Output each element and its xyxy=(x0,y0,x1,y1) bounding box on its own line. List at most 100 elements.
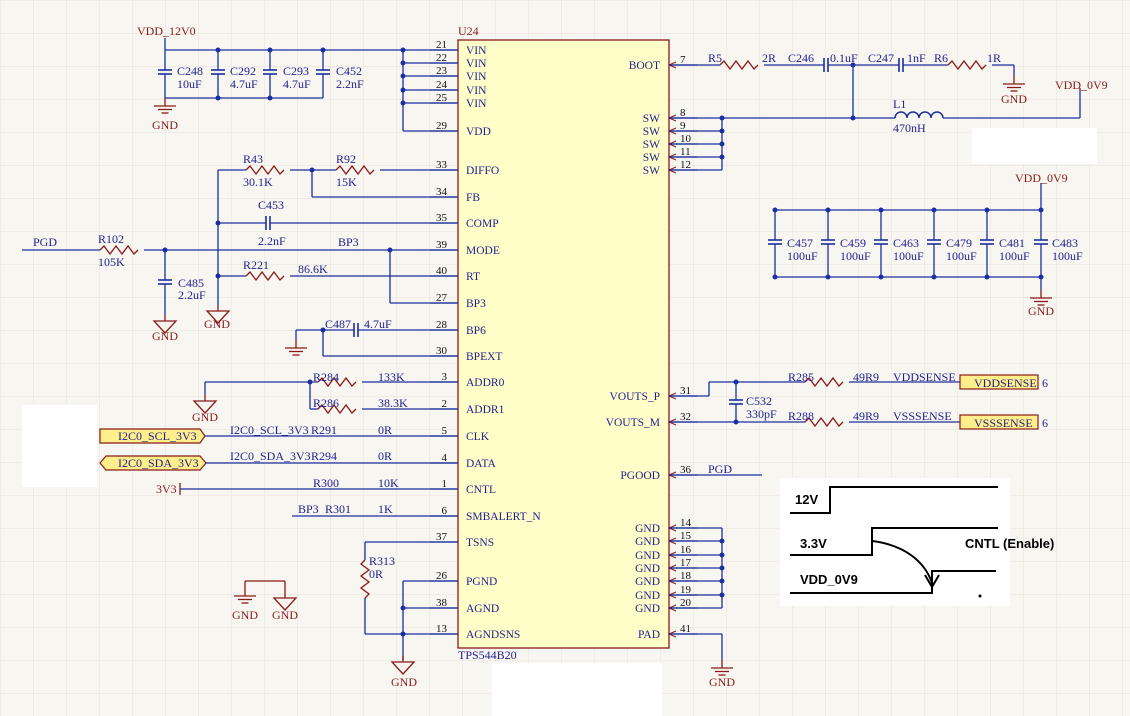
net-pgd-in: PGD xyxy=(33,235,57,249)
pin-number: 41 xyxy=(680,623,691,635)
c532-ref: C532 xyxy=(746,394,772,408)
c479-ref: C479 xyxy=(946,236,972,250)
pin-number: 26 xyxy=(436,570,448,582)
port-scl[interactable]: I2C0_SCL_3V3 xyxy=(118,429,197,443)
pin-name: COMP xyxy=(466,218,499,230)
port-vsssense[interactable]: VSSSENSE xyxy=(974,416,1033,430)
pin-name: SW xyxy=(643,139,660,151)
pin-number: 24 xyxy=(436,79,448,91)
pin-name: VIN xyxy=(466,45,487,57)
gnd-label: GND xyxy=(232,608,258,622)
r294-ref: R294 xyxy=(311,449,337,463)
c452-val: 2.2nF xyxy=(336,77,364,91)
c532-val: 330pF xyxy=(746,407,777,421)
pin-number: 4 xyxy=(442,452,448,464)
pin-number: 33 xyxy=(436,159,448,171)
gnd-label: GND xyxy=(391,675,417,689)
pin-number: 15 xyxy=(680,530,692,542)
pin-name: GND xyxy=(635,523,660,535)
c246-val: 0.1uF xyxy=(830,51,858,65)
pin-number: 11 xyxy=(680,146,691,158)
pin-name: VDD xyxy=(466,126,491,138)
pin-name: GND xyxy=(635,536,660,548)
c293-val: 4.7uF xyxy=(283,77,311,91)
pin-number: 22 xyxy=(436,52,447,64)
r284-val: 133K xyxy=(378,370,405,384)
pin-name: GND xyxy=(635,603,660,615)
pin-name: BOOT xyxy=(629,60,660,72)
r286-val: 38.3K xyxy=(378,396,408,410)
pin-name: DIFFO xyxy=(466,165,499,177)
pin-number: 8 xyxy=(680,107,686,119)
pin-number: 40 xyxy=(436,265,448,277)
c483-ref: C483 xyxy=(1052,236,1078,250)
r102-val: 105K xyxy=(98,255,125,269)
schematic-canvas: U24 TPS544B20 21 VIN22 VIN23 VIN24 VIN25 VIN2… xyxy=(0,0,1130,716)
pin-name: SW xyxy=(643,152,660,164)
pin-number: 21 xyxy=(436,39,447,51)
gnd-label: GND xyxy=(1028,304,1054,318)
c481-val: 100uF xyxy=(999,249,1030,263)
blank-patch xyxy=(972,128,1097,164)
c479-val: 100uF xyxy=(946,249,977,263)
net-scl: I2C0_SCL_3V3 xyxy=(230,423,309,437)
pin-number: 29 xyxy=(436,120,448,132)
r301-val: 1K xyxy=(378,502,393,516)
r285-val: 49R9 xyxy=(853,370,879,384)
pin-number: 30 xyxy=(436,345,448,357)
r291-ref: R291 xyxy=(311,423,337,437)
net-bp3-mode: BP3 xyxy=(338,235,359,249)
c459-ref: C459 xyxy=(840,236,866,250)
r288-ref: R288 xyxy=(788,409,814,423)
pin-number: 2 xyxy=(442,398,448,410)
pin-name: GND xyxy=(635,550,660,562)
pin-name: BP6 xyxy=(466,325,486,337)
pin-number: 32 xyxy=(680,411,691,423)
pin-number: 12 xyxy=(680,159,691,171)
pin-number: 18 xyxy=(680,570,692,582)
net-vsssense: VSSSENSE xyxy=(893,409,952,423)
pin-number: 17 xyxy=(680,557,692,569)
gnd-label: GND xyxy=(709,675,735,689)
c487-val: 4.7uF xyxy=(364,317,392,331)
r221-ref: R221 xyxy=(243,258,269,272)
c246-ref: C246 xyxy=(788,51,814,65)
c453-val: 2.2nF xyxy=(258,234,286,248)
r285-ref: R285 xyxy=(788,370,814,384)
pin-number: 1 xyxy=(442,478,448,490)
pin-name: VOUTS_M xyxy=(606,417,660,429)
pin-name: SW xyxy=(643,126,660,138)
r5-val: 2R xyxy=(762,51,776,65)
pin-name: RT xyxy=(466,271,480,283)
pin-number: 6 xyxy=(442,505,448,517)
pin-name: BPEXT xyxy=(466,351,502,363)
pin-number: 28 xyxy=(436,319,448,331)
pin-name: SMBALERT_N xyxy=(466,511,541,523)
pin-name: SW xyxy=(643,165,660,177)
ic-part: TPS544B20 xyxy=(458,648,517,662)
pin-name: PGOOD xyxy=(620,470,660,482)
pin-number: 14 xyxy=(680,517,692,529)
pin-name: FB xyxy=(466,192,480,204)
pin-name: AGNDSNS xyxy=(466,629,520,641)
pin-number: 34 xyxy=(436,186,448,198)
c483-val: 100uF xyxy=(1052,249,1083,263)
c293-ref: C293 xyxy=(283,64,309,78)
seq-3v3: 3.3V xyxy=(800,536,827,551)
port-sda[interactable]: I2C0_SDA_3V3 xyxy=(118,456,199,470)
gnd-label: GND xyxy=(152,118,178,132)
pin-name: VIN xyxy=(466,98,487,110)
net-vdd09-bank: VDD_0V9 xyxy=(1015,171,1068,185)
r301-ref: R301 xyxy=(325,502,351,516)
net-sda: I2C0_SDA_3V3 xyxy=(230,449,311,463)
blank-patch xyxy=(22,405,97,487)
port-vddsense[interactable]: VDDSENSE xyxy=(974,376,1037,390)
pin-number: 19 xyxy=(680,584,692,596)
gnd-label: GND xyxy=(272,608,298,622)
pin-number: 23 xyxy=(436,65,448,77)
pin-name: TSNS xyxy=(466,537,494,549)
c248-val: 10uF xyxy=(177,77,202,91)
pin-name: GND xyxy=(635,563,660,575)
c292-ref: C292 xyxy=(230,64,256,78)
r102-ref: R102 xyxy=(98,232,124,246)
